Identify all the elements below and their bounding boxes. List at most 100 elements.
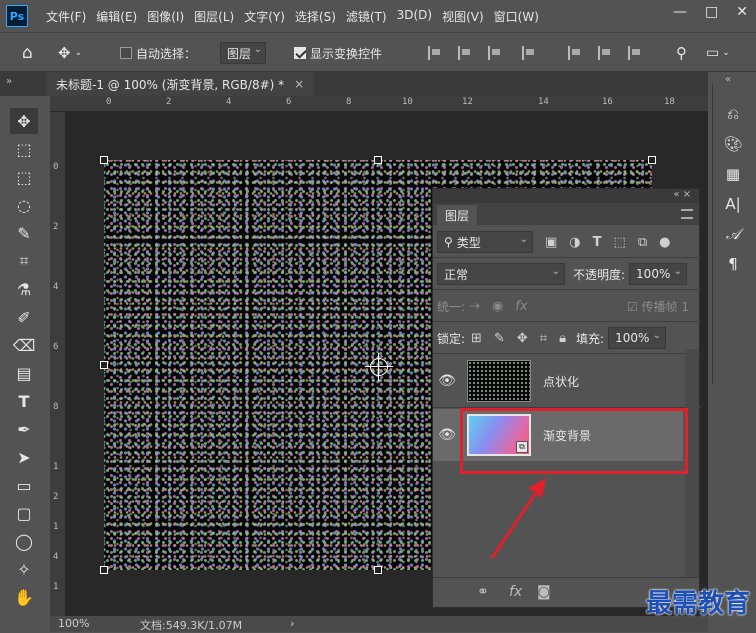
visibility-eye-icon[interactable]: 👁︎ xyxy=(433,373,461,389)
window-controls: — □ ✕ xyxy=(673,4,748,20)
minimize-button[interactable]: — xyxy=(673,4,687,20)
lock-position-icon[interactable]: ✥ xyxy=(517,331,528,346)
ruler-tick: 2 xyxy=(166,97,172,107)
search-icon[interactable]: ⚲ xyxy=(676,42,687,64)
propagate-frame-checkbox[interactable]: ☑ 传播帧 1 xyxy=(627,298,689,315)
transform-handle[interactable] xyxy=(648,156,656,164)
lasso-tool-icon[interactable]: ◌ xyxy=(10,192,38,218)
type-tool-icon[interactable]: T xyxy=(10,388,38,414)
move-tool-preset-icon[interactable]: ✥ ⌄ xyxy=(58,42,82,64)
transform-handle[interactable] xyxy=(100,566,108,574)
unify-visibility-icon[interactable]: ◉ xyxy=(492,299,503,314)
eraser-tool-icon[interactable]: ⌫ xyxy=(10,332,38,358)
menu-type[interactable]: 文字(Y) xyxy=(244,8,285,25)
collapse-toolbar-icon[interactable]: » xyxy=(6,76,12,87)
document-tab-strip: » 未标题-1 @ 100% (渐变背景, RGB/8#) * × xyxy=(0,72,708,96)
status-menu-arrow-icon[interactable]: › xyxy=(290,617,294,630)
custom-shape-tool-icon[interactable]: ✧ xyxy=(10,556,38,582)
distribute-icon[interactable] xyxy=(522,42,536,64)
auto-select-target-dropdown[interactable]: 图层 xyxy=(220,42,267,64)
paragraph-panel-icon[interactable]: ¶ xyxy=(721,252,745,276)
transform-handle[interactable] xyxy=(100,361,108,369)
menu-view[interactable]: 视图(V) xyxy=(442,8,484,25)
lock-image-icon[interactable]: ✎ xyxy=(494,331,505,346)
opacity-input[interactable]: 100% xyxy=(629,263,688,285)
hand-tool-icon[interactable]: ✋ xyxy=(10,584,38,610)
layer-name: 点状化 xyxy=(543,374,580,389)
align-middle-v-icon[interactable] xyxy=(598,42,612,64)
filter-toggle-icon[interactable]: ● xyxy=(659,235,670,250)
ruler-tick: 2 xyxy=(53,222,59,232)
transform-handle[interactable] xyxy=(374,566,382,574)
menu-edit[interactable]: 编辑(E) xyxy=(96,8,137,25)
history-panel-icon[interactable]: ⎌ xyxy=(721,102,745,126)
zoom-level[interactable]: 100% xyxy=(58,617,89,630)
document-tab-title: 未标题-1 @ 100% (渐变背景, RGB/8#) * xyxy=(56,77,285,92)
restore-button[interactable]: □ xyxy=(705,4,718,20)
rectangle-tool-icon[interactable]: ▭ xyxy=(10,472,38,498)
align-top-icon[interactable] xyxy=(568,42,582,64)
link-layers-icon[interactable]: ⚭ xyxy=(477,584,489,600)
lock-transparent-icon[interactable]: ⊞ xyxy=(471,331,482,346)
unify-position-icon[interactable]: ⇢ xyxy=(469,299,480,314)
layer-row[interactable]: 👁︎ 点状化 xyxy=(433,355,683,407)
marquee-tool-icon[interactable]: ⬚ xyxy=(10,164,38,190)
menu-layer[interactable]: 图层(L) xyxy=(194,8,234,25)
blend-mode-dropdown[interactable]: 正常 xyxy=(437,263,565,285)
transform-handle[interactable] xyxy=(374,156,382,164)
filter-smart-object-icon[interactable]: ⧉ xyxy=(638,235,647,250)
menu-file[interactable]: 文件(F) xyxy=(46,8,86,25)
auto-select-checkbox[interactable]: 自动选择： xyxy=(120,42,196,64)
document-tab[interactable]: 未标题-1 @ 100% (渐变背景, RGB/8#) * × xyxy=(46,72,315,96)
brush-tool-icon[interactable]: ✐ xyxy=(10,304,38,330)
visibility-eye-icon[interactable]: 👁︎ xyxy=(433,427,461,443)
ellipse-tool-icon[interactable]: ◯ xyxy=(10,528,38,554)
menu-window[interactable]: 窗口(W) xyxy=(494,8,539,25)
align-right-icon[interactable] xyxy=(488,42,502,64)
filter-pixel-icon[interactable]: ▣ xyxy=(545,235,557,250)
filter-adjustment-icon[interactable]: ◑ xyxy=(569,235,580,250)
add-mask-icon[interactable]: ◙ xyxy=(537,584,551,600)
color-panel-icon[interactable]: 🎨︎ xyxy=(721,132,745,156)
home-icon[interactable]: ⌂ xyxy=(22,42,33,64)
align-bottom-icon[interactable] xyxy=(628,42,642,64)
crop-tool-icon[interactable]: ⌗ xyxy=(10,248,38,274)
tab-layers[interactable]: 图层 xyxy=(437,205,478,225)
align-center-h-icon[interactable] xyxy=(458,42,472,64)
artboard-tool-icon[interactable]: ⬚ xyxy=(10,136,38,162)
filter-kind-dropdown[interactable]: ⚲ 类型 xyxy=(437,231,533,253)
menu-3d[interactable]: 3D(D) xyxy=(397,8,432,25)
character-panel-icon[interactable]: A| xyxy=(721,192,745,216)
lock-all-icon[interactable]: 🔒︎ xyxy=(559,331,566,346)
panel-header-controls[interactable]: « × xyxy=(433,189,699,203)
eyedropper-tool-icon[interactable]: ⚗ xyxy=(10,276,38,302)
close-button[interactable]: ✕ xyxy=(736,4,748,20)
pen-tool-icon[interactable]: ✒ xyxy=(10,416,38,442)
lock-artboard-icon[interactable]: ⌗ xyxy=(540,331,547,346)
filter-type-icon[interactable]: T xyxy=(593,235,602,250)
glyphs-panel-icon[interactable]: 𝒜 xyxy=(721,222,745,246)
fill-label: 填充: xyxy=(576,331,605,346)
align-left-icon[interactable] xyxy=(428,42,442,64)
document-tab-close-icon[interactable]: × xyxy=(294,77,304,91)
ruler-tick: 6 xyxy=(286,97,292,107)
transform-center-icon[interactable] xyxy=(365,353,393,381)
fill-input[interactable]: 100% xyxy=(608,327,667,349)
menu-select[interactable]: 选择(S) xyxy=(295,8,336,25)
transform-handle[interactable] xyxy=(100,156,108,164)
swatches-panel-icon[interactable]: ▦ xyxy=(721,162,745,186)
panel-menu-icon[interactable] xyxy=(681,209,693,219)
menu-filter[interactable]: 滤镜(T) xyxy=(346,8,387,25)
quick-select-tool-icon[interactable]: ✎ xyxy=(10,220,38,246)
gradient-tool-icon[interactable]: ▤ xyxy=(10,360,38,386)
move-tool-icon[interactable]: ✥ xyxy=(10,108,38,134)
path-select-tool-icon[interactable]: ➤ xyxy=(10,444,38,470)
rounded-rect-tool-icon[interactable]: ▢ xyxy=(10,500,38,526)
show-transform-checkbox[interactable]: 显示变换控件 xyxy=(294,42,382,64)
layer-style-icon[interactable]: fx xyxy=(509,584,522,600)
workspace-icon[interactable]: ▭ ⌄ xyxy=(706,42,730,64)
menu-image[interactable]: 图像(I) xyxy=(147,8,184,25)
expand-dock-icon[interactable]: « xyxy=(725,74,731,85)
filter-shape-icon[interactable]: ⬚ xyxy=(614,235,626,250)
unify-style-icon[interactable]: fx xyxy=(515,299,527,314)
